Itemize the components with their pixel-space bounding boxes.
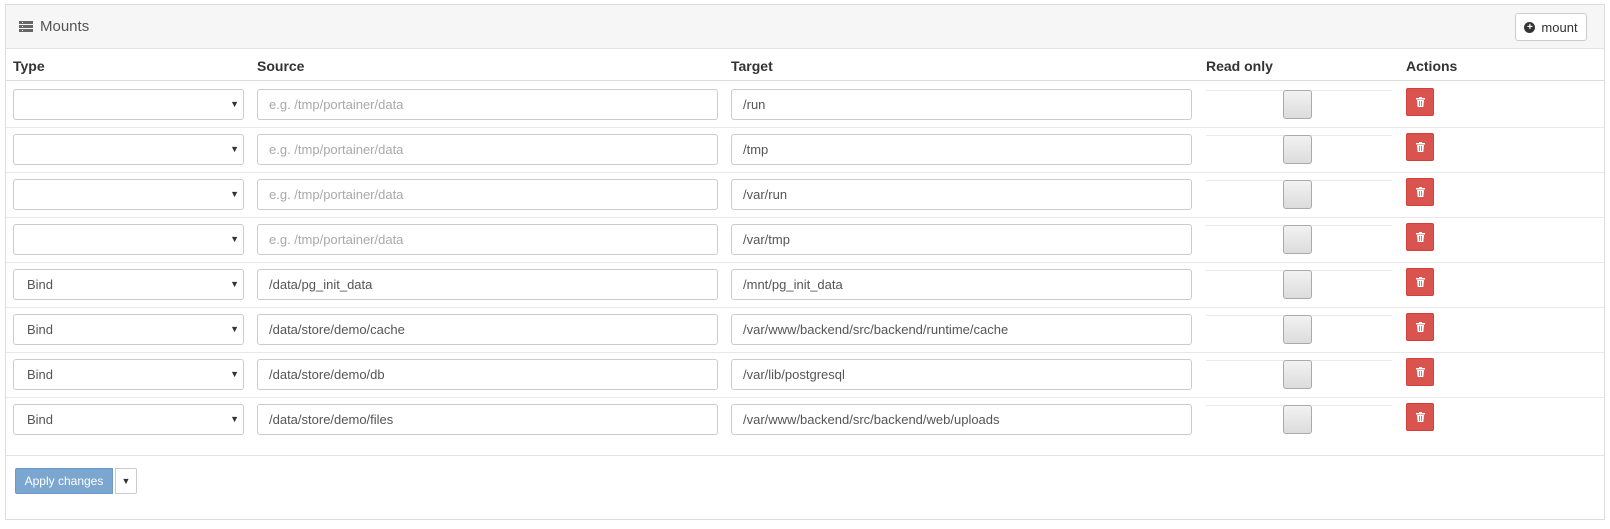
trash-icon (1415, 322, 1425, 332)
source-input[interactable] (257, 269, 718, 300)
mount-row: ▼ (6, 127, 1604, 173)
type-select[interactable]: ▼ (13, 179, 244, 210)
source-input[interactable] (257, 89, 718, 120)
mounts-panel: Mounts + mount Type Source Target Read o… (5, 4, 1605, 520)
mount-row: Bind ▼ (6, 352, 1604, 398)
source-input[interactable] (257, 314, 718, 345)
source-input[interactable] (257, 224, 718, 255)
caret-down-icon: ▼ (230, 414, 239, 424)
source-input[interactable] (257, 404, 718, 435)
mount-row: ▼ (6, 217, 1604, 263)
remove-mount-button[interactable] (1406, 223, 1434, 251)
trash-icon (1415, 232, 1425, 242)
source-input[interactable] (257, 359, 718, 390)
panel-title: Mounts (40, 18, 90, 35)
column-target: Target (731, 58, 773, 74)
trash-icon (1415, 142, 1425, 152)
column-type: Type (13, 58, 45, 74)
source-input[interactable] (257, 134, 718, 165)
target-input[interactable] (731, 269, 1192, 300)
type-select[interactable]: ▼ (13, 134, 244, 165)
target-input[interactable] (731, 224, 1192, 255)
caret-down-icon: ▼ (230, 99, 239, 109)
read-only-toggle[interactable] (1283, 90, 1312, 119)
remove-mount-button[interactable] (1406, 403, 1434, 431)
mount-row: Bind ▼ (6, 262, 1604, 308)
type-select[interactable]: ▼ (13, 89, 244, 120)
target-input[interactable] (731, 89, 1192, 120)
column-actions: Actions (1406, 58, 1458, 74)
read-only-toggle[interactable] (1283, 405, 1312, 434)
caret-down-icon: ▼ (230, 324, 239, 334)
apply-changes-button[interactable]: Apply changes (15, 468, 113, 494)
read-only-toggle[interactable] (1283, 135, 1312, 164)
trash-icon (1415, 97, 1425, 107)
trash-icon (1415, 277, 1425, 287)
table-header: Type Source Target Read only Actions (6, 50, 1604, 81)
caret-down-icon: ▼ (230, 189, 239, 199)
caret-down-icon: ▼ (230, 279, 239, 289)
trash-icon (1415, 187, 1425, 197)
trash-icon (1415, 412, 1425, 422)
apply-options-dropdown[interactable]: ▼ (115, 468, 137, 494)
type-select-value: Bind (27, 412, 54, 427)
trash-icon (1415, 367, 1425, 377)
remove-mount-button[interactable] (1406, 133, 1434, 161)
plus-circle-icon: + (1524, 21, 1536, 33)
mount-row: Bind ▼ (6, 307, 1604, 353)
remove-mount-button[interactable] (1406, 178, 1434, 206)
remove-mount-button[interactable] (1406, 268, 1434, 296)
column-read-only: Read only (1206, 58, 1273, 74)
remove-mount-button[interactable] (1406, 88, 1434, 116)
target-input[interactable] (731, 314, 1192, 345)
caret-down-icon: ▼ (230, 234, 239, 244)
caret-down-icon: ▼ (230, 144, 239, 154)
source-input[interactable] (257, 179, 718, 210)
add-mount-button[interactable]: + mount (1515, 13, 1587, 41)
read-only-toggle[interactable] (1283, 225, 1312, 254)
type-select-value: Bind (27, 322, 54, 337)
caret-down-icon: ▼ (230, 369, 239, 379)
add-mount-label: mount (1541, 19, 1578, 35)
caret-down-icon: ▼ (121, 476, 131, 486)
target-input[interactable] (731, 359, 1192, 390)
remove-mount-button[interactable] (1406, 358, 1434, 386)
type-select-value: Bind (27, 367, 54, 382)
list-icon (19, 21, 33, 32)
target-input[interactable] (731, 179, 1192, 210)
read-only-toggle[interactable] (1283, 315, 1312, 344)
type-select[interactable]: Bind ▼ (13, 269, 244, 300)
type-select[interactable]: Bind ▼ (13, 314, 244, 345)
type-select[interactable]: Bind ▼ (13, 404, 244, 435)
mount-row: Bind ▼ (6, 397, 1604, 443)
read-only-toggle[interactable] (1283, 180, 1312, 209)
read-only-toggle[interactable] (1283, 270, 1312, 299)
type-select-value: Bind (27, 277, 54, 292)
column-source: Source (257, 58, 305, 74)
remove-mount-button[interactable] (1406, 313, 1434, 341)
form-footer: Apply changes ▼ (6, 455, 1604, 494)
mount-row: ▼ (6, 82, 1604, 128)
type-select[interactable]: ▼ (13, 224, 244, 255)
type-select[interactable]: Bind ▼ (13, 359, 244, 390)
read-only-toggle[interactable] (1283, 360, 1312, 389)
target-input[interactable] (731, 404, 1192, 435)
target-input[interactable] (731, 134, 1192, 165)
mount-row: ▼ (6, 172, 1604, 218)
panel-header: Mounts + mount (6, 5, 1604, 49)
